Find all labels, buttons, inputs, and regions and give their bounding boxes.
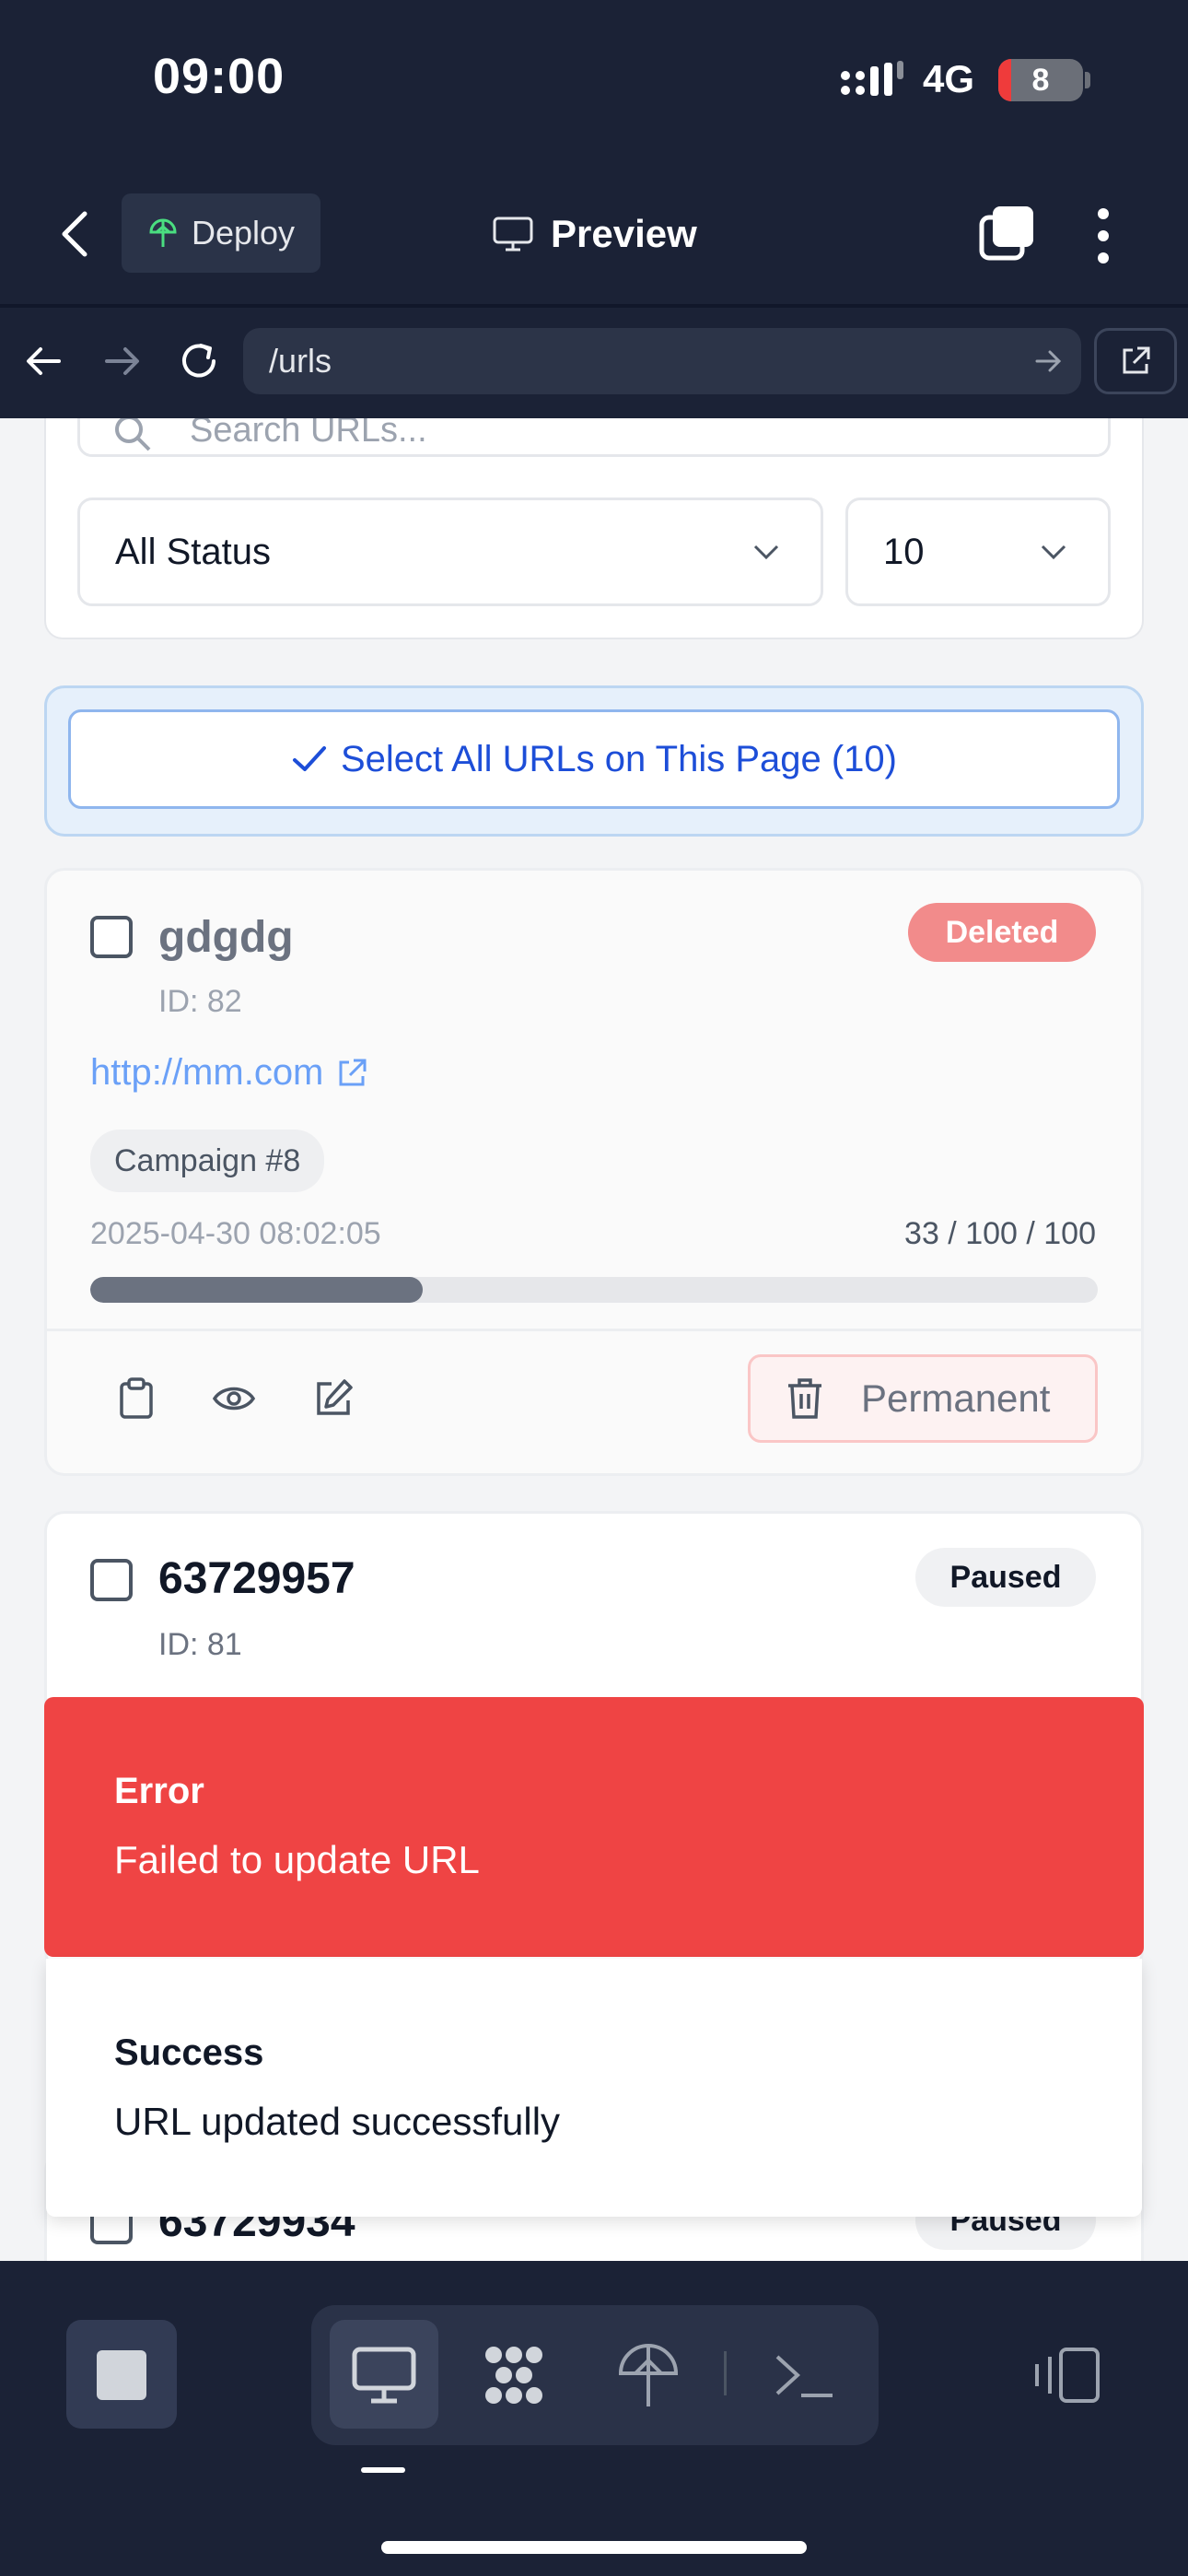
status-select-value: All Status (115, 531, 271, 572)
per-page-select[interactable]: 10 (845, 498, 1111, 606)
card-link-text: http://mm.com (90, 1052, 324, 1093)
preview-tab[interactable]: Preview (492, 208, 697, 260)
signal-icon (841, 61, 903, 96)
progress-bar (90, 1277, 1098, 1303)
status-time: 09:00 (153, 49, 285, 104)
success-toast-message: URL updated successfully (114, 2100, 561, 2143)
network-type: 4G (923, 57, 975, 100)
url-field[interactable]: /urls (243, 328, 1081, 394)
deploy-icon (149, 218, 177, 247)
per-page-value: 10 (883, 531, 925, 572)
desktop-icon[interactable] (347, 2340, 421, 2410)
status-select[interactable]: All Status (77, 498, 823, 606)
status-badge: Paused (915, 1548, 1096, 1607)
success-toast-title: Success (114, 2032, 264, 2073)
deploy-label: Deploy (192, 214, 296, 252)
error-toast-message: Failed to update URL (114, 1838, 480, 1881)
preview-label: Preview (551, 212, 697, 255)
arrow-right-icon[interactable] (99, 337, 144, 385)
tool-separator (724, 2351, 727, 2395)
select-all-button[interactable]: Select All URLs on This Page (10) (68, 709, 1120, 809)
reload-icon[interactable] (177, 337, 221, 385)
card-checkbox[interactable] (90, 1559, 133, 1601)
error-toast-title: Error (114, 1771, 204, 1811)
search-icon (115, 418, 151, 451)
go-arrow-icon[interactable] (1031, 345, 1065, 378)
chevron-down-icon (753, 544, 779, 560)
back-icon[interactable] (57, 208, 94, 260)
card-counts: 33 / 100 / 100 (904, 1216, 1096, 1251)
tabs-icon[interactable] (978, 205, 1037, 263)
status-badge: Deleted (908, 903, 1096, 962)
card-title: gdgdg (158, 913, 294, 962)
permanent-delete-button[interactable]: Permanent (748, 1354, 1098, 1443)
home-indicator[interactable] (381, 2541, 807, 2554)
active-tool-indicator (361, 2467, 405, 2473)
battery-nub (1085, 72, 1090, 88)
eye-icon[interactable] (212, 1376, 256, 1421)
card-divider (46, 1329, 1142, 1331)
clipboard-icon[interactable] (114, 1376, 158, 1421)
monitor-icon (493, 217, 533, 252)
external-link-icon (1123, 346, 1150, 374)
deploy-button[interactable]: Deploy (122, 193, 320, 273)
battery-level: 8 (1031, 63, 1050, 98)
terminal-icon[interactable] (768, 2340, 842, 2410)
stop-icon (97, 2350, 146, 2400)
card-timestamp: 2025-04-30 08:02:05 (90, 1216, 381, 1251)
panes-icon[interactable] (1030, 2346, 1103, 2405)
stop-button[interactable] (66, 2320, 177, 2429)
success-toast[interactable]: Success URL updated successfully (46, 1959, 1142, 2217)
progress-fill (90, 1277, 424, 1303)
chevron-down-icon (1041, 544, 1066, 560)
card-title: 63729957 (158, 1554, 355, 1603)
card-checkbox[interactable] (90, 916, 133, 958)
trash-icon (788, 1378, 821, 1419)
extensions-icon[interactable] (477, 2340, 551, 2410)
card-id: ID: 81 (158, 1627, 242, 1662)
open-external-button[interactable] (1094, 328, 1177, 394)
campaign-tag: Campaign #8 (90, 1130, 325, 1192)
select-all-label: Select All URLs on This Page (10) (340, 738, 897, 779)
external-link-icon (339, 1059, 367, 1085)
more-icon[interactable] (1094, 206, 1112, 265)
arrow-left-icon[interactable] (22, 337, 66, 385)
error-toast[interactable]: Error Failed to update URL (44, 1697, 1144, 1957)
check-icon (292, 746, 326, 771)
card-id: ID: 82 (158, 984, 242, 1019)
edit-icon[interactable] (311, 1376, 355, 1421)
deploy-tool-icon[interactable] (611, 2340, 685, 2410)
permanent-label: Permanent (861, 1376, 1051, 1420)
card-link[interactable]: http://mm.com (90, 1052, 367, 1094)
search-placeholder: Search URLs... (190, 418, 427, 450)
battery-icon: 8 (998, 59, 1083, 101)
